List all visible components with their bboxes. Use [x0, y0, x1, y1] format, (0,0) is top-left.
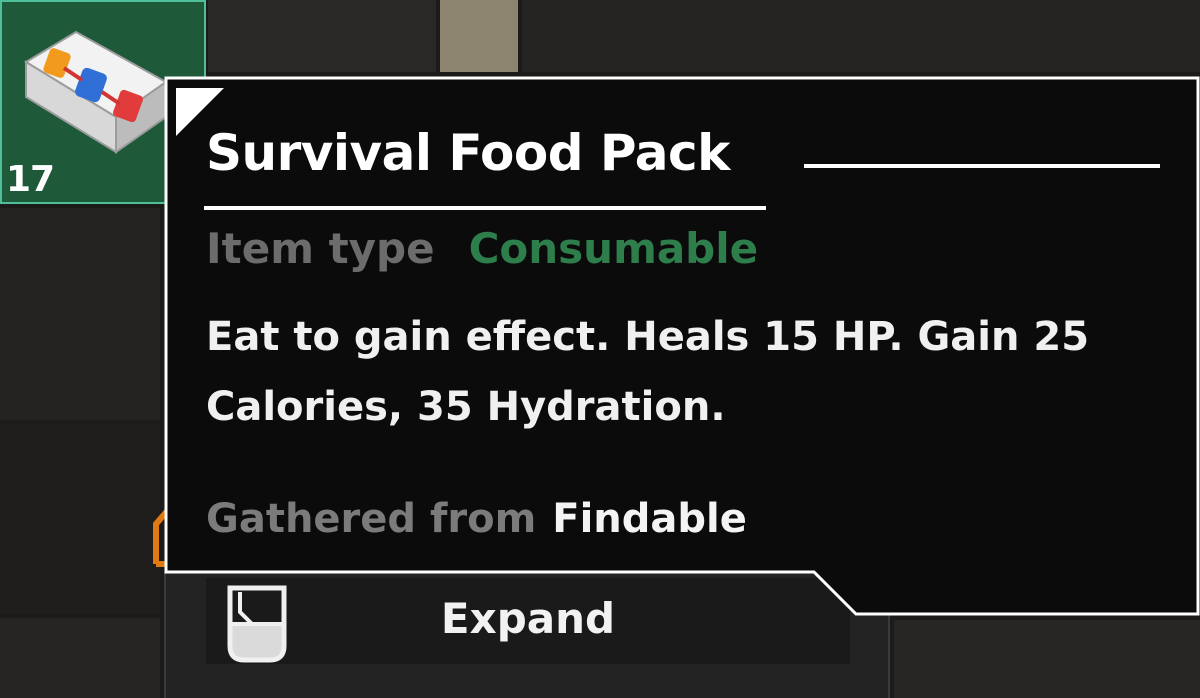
- inventory-cell: [0, 208, 160, 420]
- inventory-cell: [894, 620, 1200, 698]
- gathered-from-label: Gathered from: [206, 496, 537, 542]
- item-description: Eat to gain effect. Heals 15 HP. Gain 25…: [206, 314, 1090, 430]
- title-underline: [204, 206, 766, 210]
- gathered-from-row: Gathered from Findable: [206, 496, 747, 542]
- item-title: Survival Food Pack: [206, 124, 730, 182]
- item-type-row: Item type Consumable: [206, 224, 758, 273]
- item-type-label: Item type: [206, 224, 435, 273]
- inventory-cell: [208, 0, 436, 72]
- title-divider: [804, 164, 1160, 168]
- inventory-cell: [0, 424, 160, 614]
- inventory-cell: [522, 0, 1200, 72]
- inventory-cell: [0, 618, 160, 698]
- inventory-cell: [440, 0, 518, 72]
- food-pack-icon: [24, 30, 168, 154]
- gathered-from-value: Findable: [552, 496, 747, 542]
- stack-count: 17: [6, 159, 55, 200]
- item-type-value: Consumable: [468, 224, 759, 273]
- item-tooltip: Survival Food Pack Item type Consumable E…: [164, 76, 1200, 616]
